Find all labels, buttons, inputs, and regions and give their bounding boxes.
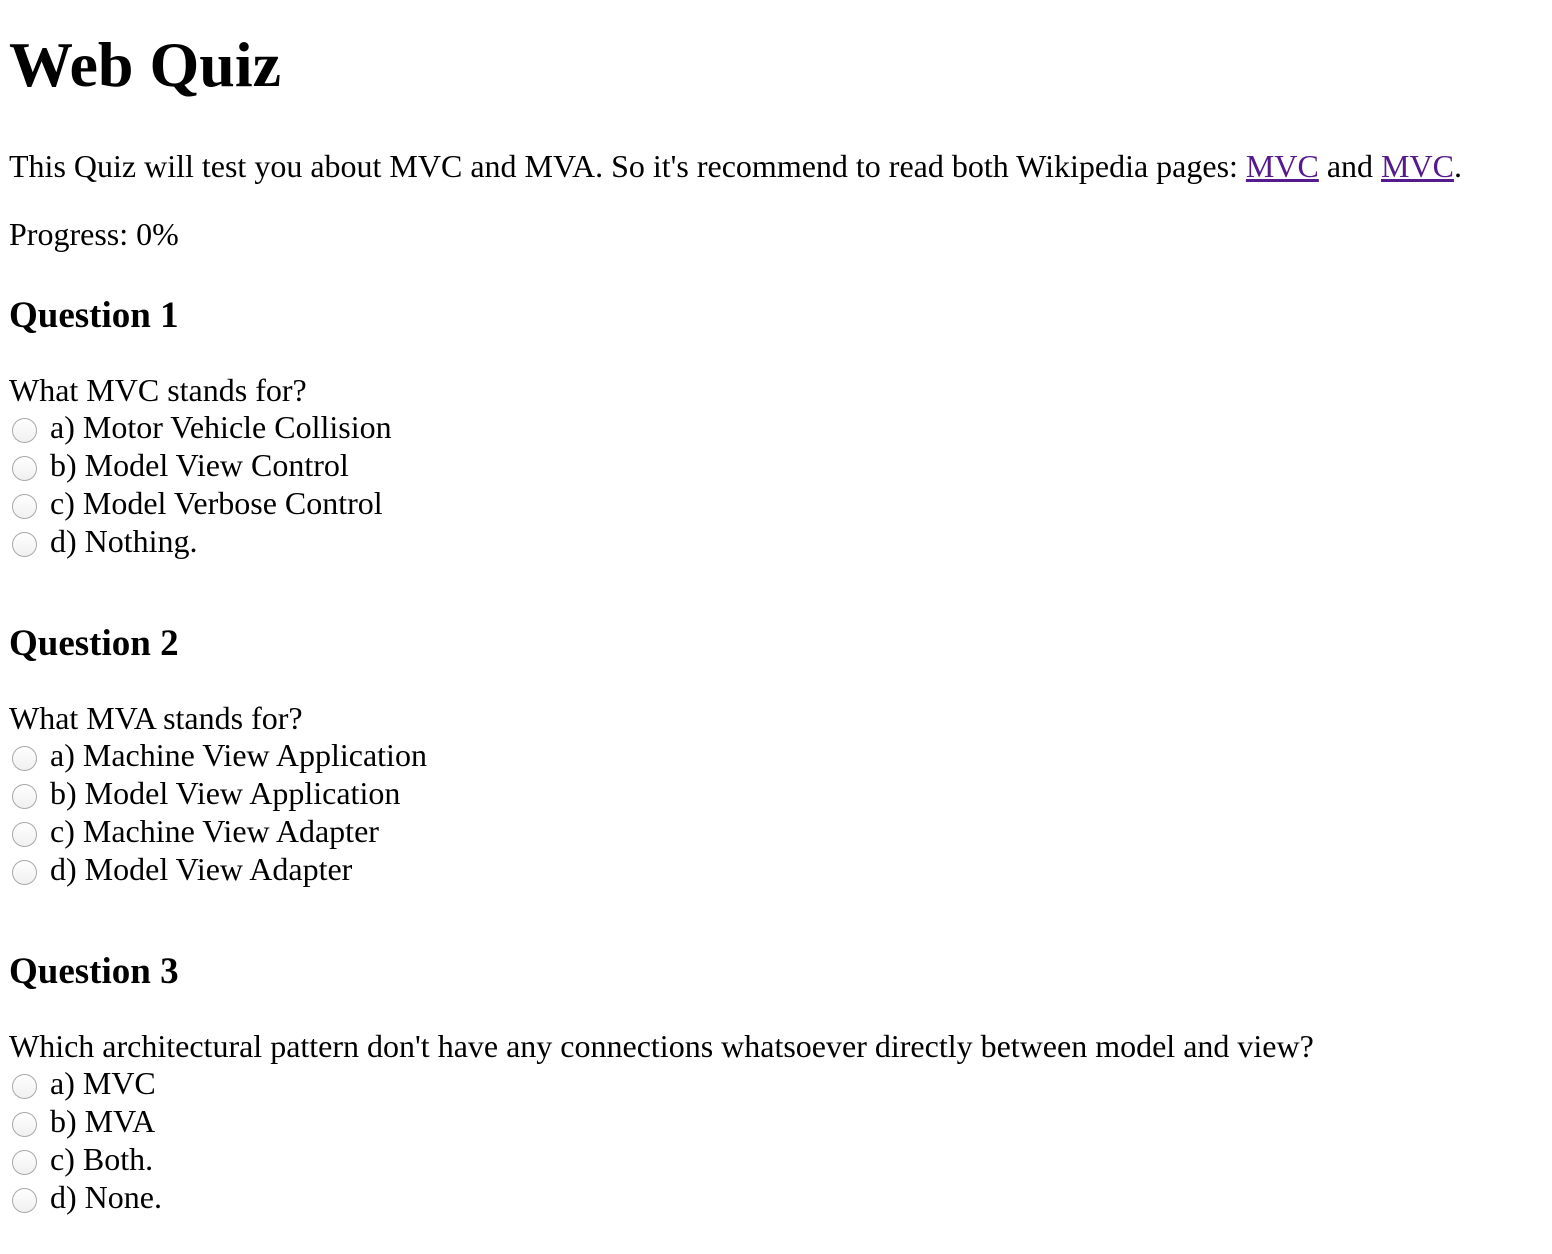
question-2: Question 2 What MVA stands for? a) Machi… [9,622,1552,888]
answer-option[interactable]: d) Model View Adapter [9,850,1552,888]
progress-value: 0% [136,216,179,252]
radio-button[interactable] [12,859,37,885]
radio-button[interactable] [12,1111,37,1137]
page-title: Web Quiz [9,29,282,100]
answer-label: d) Model View Adapter [50,851,353,887]
intro-and: and [1318,148,1382,184]
answer-label: d) None. [50,1179,162,1215]
answer-option[interactable]: b) Model View Application [9,774,1552,812]
answer-option[interactable]: a) MVC [9,1064,1552,1102]
answer-label: c) Both. [50,1141,154,1177]
question-heading: Question 3 [9,951,179,992]
radio-button[interactable] [12,1149,37,1175]
answer-option[interactable]: c) Model Verbose Control [9,484,1552,522]
answer-label: a) Machine View Application [50,737,427,773]
radio-button[interactable] [12,417,37,443]
radio-button[interactable] [12,783,37,809]
radio-button[interactable] [12,1187,37,1213]
radio-button[interactable] [12,821,37,847]
question-heading: Question 2 [9,623,179,664]
answer-label: b) MVA [50,1103,156,1139]
question-text: What MVC stands for? [9,372,307,408]
question-text: What MVA stands for? [9,700,303,736]
radio-button[interactable] [12,531,37,557]
question-heading: Question 1 [9,295,179,336]
intro-end: . [1453,148,1462,184]
progress-indicator: Progress: 0% [9,214,1552,254]
answer-label: b) Model View Application [50,775,401,811]
intro-paragraph: This Quiz will test you about MVC and MV… [9,146,1552,186]
answer-option[interactable]: c) Machine View Adapter [9,812,1552,850]
answer-label: c) Model Verbose Control [50,485,383,521]
answer-option[interactable]: a) Motor Vehicle Collision [9,408,1552,446]
answer-option[interactable]: d) Nothing. [9,522,1552,560]
question-text: Which architectural pattern don't have a… [9,1028,1314,1064]
progress-label: Progress: [9,216,137,252]
answer-label: a) Motor Vehicle Collision [50,409,392,445]
mva-wikipedia-link[interactable]: MVC [1381,148,1454,184]
answer-label: c) Machine View Adapter [50,813,379,849]
answer-label: b) Model View Control [50,447,349,483]
quiz-page: Web Quiz This Quiz will test you about M… [0,0,1552,1216]
radio-button[interactable] [12,455,37,481]
answer-option[interactable]: b) Model View Control [9,446,1552,484]
answer-option[interactable]: b) MVA [9,1102,1552,1140]
question-3: Question 3 Which architectural pattern d… [9,950,1552,1216]
answer-label: a) MVC [50,1065,156,1101]
answer-option[interactable]: d) None. [9,1178,1552,1216]
radio-button[interactable] [12,493,37,519]
intro-text: This Quiz will test you about MVC and MV… [9,148,1246,184]
question-1: Question 1 What MVC stands for? a) Motor… [9,294,1552,560]
answer-option[interactable]: a) Machine View Application [9,736,1552,774]
answer-option[interactable]: c) Both. [9,1140,1552,1178]
answer-label: d) Nothing. [50,523,198,559]
radio-button[interactable] [12,745,37,771]
radio-button[interactable] [12,1073,37,1099]
mvc-wikipedia-link[interactable]: MVC [1246,148,1319,184]
